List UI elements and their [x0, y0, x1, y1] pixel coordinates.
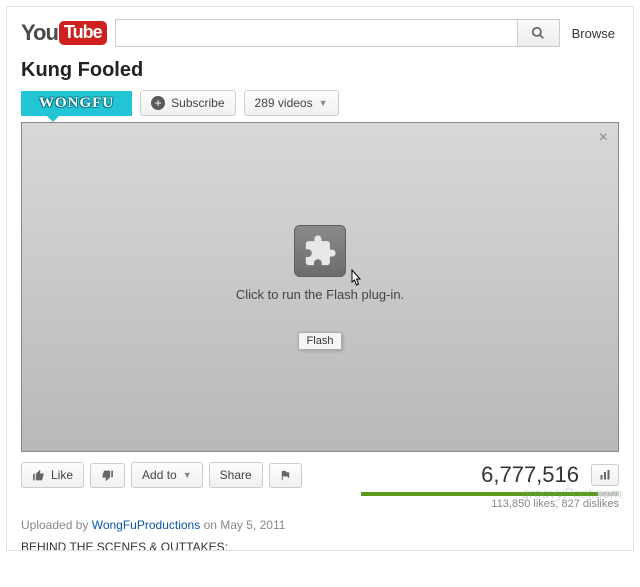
bar-chart-icon	[598, 469, 612, 481]
search-input[interactable]	[116, 20, 517, 46]
plugin-text: Click to run the Flash plug-in.	[236, 287, 404, 302]
subscribe-label: Subscribe	[171, 96, 224, 110]
logo-you: You	[21, 20, 58, 46]
youtube-logo[interactable]: You Tube	[21, 20, 107, 46]
search-button[interactable]	[517, 20, 559, 46]
share-label: Share	[220, 468, 252, 482]
close-icon[interactable]: ×	[599, 129, 608, 147]
uploader-link[interactable]: WongFuProductions	[92, 518, 201, 532]
plus-icon: +	[151, 96, 165, 110]
header: You Tube Browse	[21, 19, 619, 47]
likes-dislikes-text: 113,850 likes, 827 dislikes	[21, 498, 619, 510]
thumbs-up-icon	[32, 469, 45, 482]
chevron-down-icon: ▼	[319, 98, 328, 108]
sentiment-section: 113,850 likes, 827 dislikes	[21, 492, 619, 510]
plugin-placeholder[interactable]	[294, 225, 346, 277]
chevron-down-icon: ▼	[183, 470, 192, 480]
uploaded-suffix: on May 5, 2011	[200, 518, 285, 532]
stats-button[interactable]	[591, 464, 619, 486]
flag-icon	[280, 469, 291, 482]
plugin-tooltip: Flash	[298, 332, 343, 350]
sentiment-fill	[361, 492, 598, 496]
cursor-icon	[347, 269, 365, 291]
puzzle-icon	[303, 234, 337, 268]
browse-link[interactable]: Browse	[568, 26, 619, 41]
flag-button[interactable]	[269, 463, 302, 488]
addto-label: Add to	[142, 468, 177, 482]
video-player[interactable]: × Click to run the Flash plug-in. Flash	[21, 122, 619, 452]
channel-row: WONGFU + Subscribe 289 videos ▼	[21, 90, 619, 116]
action-bar: Like Add to ▼ Share 6,777,516	[21, 462, 619, 488]
uploaded-prefix: Uploaded by	[21, 518, 92, 532]
videos-count-label: 289 videos	[255, 96, 313, 110]
share-button[interactable]: Share	[209, 462, 263, 488]
logo-tube: Tube	[59, 21, 107, 45]
sentiment-bar	[361, 492, 619, 496]
description-text: BEHIND THE SCENES & OUTTAKES:	[21, 540, 619, 550]
channel-badge[interactable]: WONGFU	[21, 91, 132, 116]
view-count: 6,777,516	[481, 462, 579, 488]
search-box	[115, 19, 560, 47]
subscribe-button[interactable]: + Subscribe	[140, 90, 235, 116]
like-label: Like	[51, 468, 73, 482]
left-actions: Like Add to ▼ Share	[21, 462, 302, 488]
like-button[interactable]: Like	[21, 462, 84, 488]
video-title: Kung Fooled	[21, 59, 619, 82]
thumbs-down-icon	[101, 469, 114, 482]
dislike-button[interactable]	[90, 463, 125, 488]
search-icon	[531, 26, 545, 40]
addto-button[interactable]: Add to ▼	[131, 462, 203, 488]
upload-info: Uploaded by WongFuProductions on May 5, …	[21, 518, 619, 532]
videos-count-button[interactable]: 289 videos ▼	[244, 90, 339, 116]
